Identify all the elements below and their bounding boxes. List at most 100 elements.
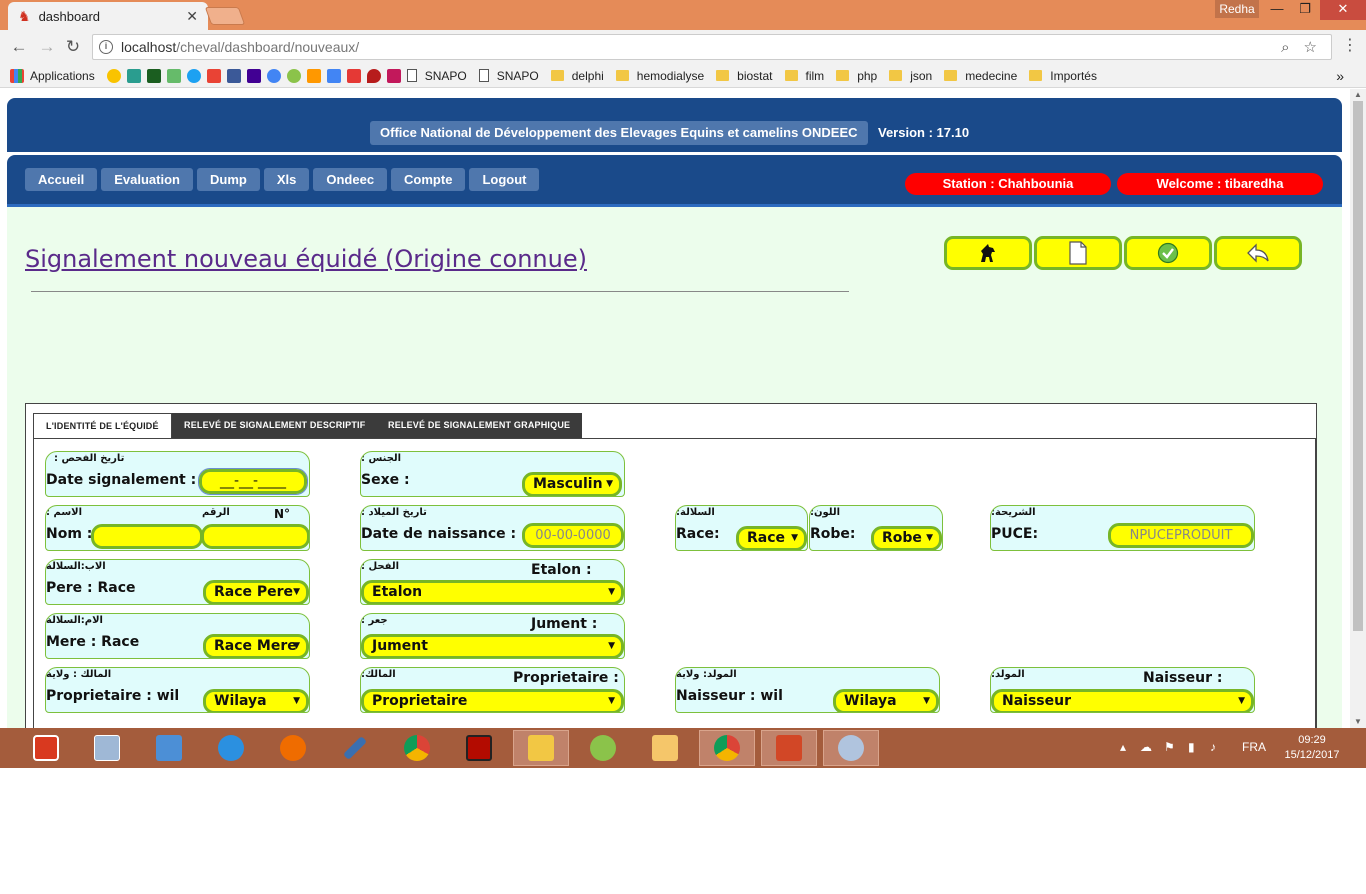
new-tab-button[interactable] xyxy=(204,7,246,25)
flag-icon[interactable]: ⚑ xyxy=(1164,740,1175,754)
proprietaire-select[interactable]: Proprietaire ▼ xyxy=(361,689,624,712)
volume-icon[interactable]: ♪ xyxy=(1210,740,1216,754)
date-naissance-input[interactable]: 00-00-0000 xyxy=(522,523,624,548)
new-document-button[interactable] xyxy=(1034,236,1122,270)
forward-arrow-icon[interactable]: → xyxy=(36,36,58,58)
scroll-down-icon[interactable]: ▼ xyxy=(1350,716,1366,728)
nom-input[interactable] xyxy=(91,524,203,549)
browser-menu-icon[interactable]: ⋮ xyxy=(1342,38,1358,54)
bookmark-icon[interactable] xyxy=(126,68,141,83)
nav-accueil[interactable]: Accueil xyxy=(25,168,98,191)
race-pere-select[interactable]: Race Pere ▼ xyxy=(203,580,309,604)
scroll-up-icon[interactable]: ▲ xyxy=(1350,89,1366,101)
naisseur-wilaya-select[interactable]: Wilaya ▼ xyxy=(833,689,939,712)
back-button[interactable] xyxy=(1214,236,1302,270)
race-mere-select[interactable]: Race Mere ▼ xyxy=(203,634,309,658)
info-icon[interactable]: i xyxy=(99,40,113,54)
tab-identite[interactable]: L'identité de l'équidé xyxy=(33,413,172,439)
twitter-icon[interactable] xyxy=(186,68,201,83)
tools-icon[interactable] xyxy=(327,730,383,766)
nav-xls[interactable]: Xls xyxy=(263,168,310,191)
bookmark-snapo[interactable]: SNAPO xyxy=(478,69,539,83)
yahoo-icon[interactable] xyxy=(246,68,261,83)
blood-drop-icon[interactable] xyxy=(366,68,381,83)
reload-icon[interactable]: ↻ xyxy=(62,36,84,58)
bookmark-apps[interactable]: Applications xyxy=(10,68,95,83)
bookmark-folder-delphi[interactable]: delphi xyxy=(550,69,604,83)
bookmark-folder-json[interactable]: json xyxy=(889,69,932,83)
back-arrow-icon[interactable]: ← xyxy=(8,36,30,58)
bookmark-snapo[interactable]: SNAPO xyxy=(406,69,467,83)
bookmark-folder-medecine[interactable]: medecine xyxy=(944,69,1017,83)
nav-evaluation[interactable]: Evaluation xyxy=(101,168,193,191)
validate-button[interactable] xyxy=(1124,236,1212,270)
zoom-search-icon[interactable]: ⌕ xyxy=(1281,39,1289,56)
scrollbar-thumb[interactable] xyxy=(1353,101,1363,631)
bookmark-folder-hemodialyse[interactable]: hemodialyse xyxy=(615,69,704,83)
clock[interactable]: 09:29 15/12/2017 xyxy=(1280,733,1344,763)
proprietaire-wilaya-select[interactable]: Wilaya ▼ xyxy=(203,689,309,712)
naisseur-select[interactable]: Naisseur ▼ xyxy=(991,689,1254,712)
internet-explorer-icon[interactable] xyxy=(203,730,259,766)
bookmark-icon[interactable] xyxy=(166,68,181,83)
app-n-icon[interactable] xyxy=(265,730,321,766)
language-indicator[interactable]: FRA xyxy=(1242,740,1266,754)
control-panel-icon[interactable] xyxy=(141,730,197,766)
instagram-icon[interactable] xyxy=(386,68,401,83)
sexe-select[interactable]: Masculin ▼ xyxy=(522,472,622,496)
browser-tab-active[interactable]: ♞ dashboard ✕ xyxy=(8,2,208,30)
mail-icon[interactable] xyxy=(637,730,693,766)
chrome-icon[interactable] xyxy=(389,730,445,766)
power-icon[interactable] xyxy=(18,730,74,766)
field-nom: : الاسم الرقم N° Nom : xyxy=(45,505,310,551)
bookmark-icon[interactable] xyxy=(286,68,301,83)
bookmark-icon[interactable] xyxy=(106,68,121,83)
acrobat-icon[interactable] xyxy=(451,730,507,766)
nav-logout[interactable]: Logout xyxy=(469,168,540,191)
race-select[interactable]: Race ▼ xyxy=(736,526,807,550)
tab-close-icon[interactable]: ✕ xyxy=(186,8,198,25)
browser-user-chip[interactable]: Redha xyxy=(1215,0,1259,18)
bookmark-folder-biostat[interactable]: biostat xyxy=(716,69,773,83)
puce-input[interactable]: NPUCEPRODUIT xyxy=(1108,523,1254,548)
bookmarks-overflow-icon[interactable]: » xyxy=(1336,68,1344,84)
bookmark-folder-importes[interactable]: Importés xyxy=(1029,69,1097,83)
restore-icon[interactable]: ❐ xyxy=(1290,0,1320,20)
bookmark-folder-php[interactable]: php xyxy=(836,69,877,83)
green-app-icon[interactable] xyxy=(575,730,631,766)
nav-dump[interactable]: Dump xyxy=(197,168,260,191)
address-bar[interactable]: i localhost/cheval/dashboard/nouveaux/ ⌕… xyxy=(92,34,1332,60)
paint-icon[interactable] xyxy=(823,730,879,766)
chrome-active-icon[interactable] xyxy=(699,730,755,766)
nav-ondeec[interactable]: Ondeec xyxy=(313,168,388,191)
facebook-icon[interactable] xyxy=(226,68,241,83)
horse-action-button[interactable] xyxy=(944,236,1032,270)
numero-input[interactable] xyxy=(201,524,309,549)
file-explorer-icon[interactable] xyxy=(513,730,569,766)
minimize-icon[interactable]: — xyxy=(1262,0,1292,20)
bookmark-icon[interactable] xyxy=(146,68,161,83)
cloud-icon[interactable]: ☁ xyxy=(1140,740,1152,754)
window-close-icon[interactable]: ✕ xyxy=(1320,0,1366,20)
tab-descriptif[interactable]: Relevé de signalement descriptif xyxy=(172,413,378,438)
download-icon[interactable] xyxy=(346,68,361,83)
battery-icon[interactable]: ▮ xyxy=(1188,740,1195,754)
bookmark-folder-film[interactable]: film xyxy=(784,69,824,83)
date-signalement-input[interactable]: __-__-____ xyxy=(198,468,308,495)
bookmark-icon[interactable] xyxy=(306,68,321,83)
jument-select[interactable]: Jument ▼ xyxy=(361,634,624,658)
robe-select[interactable]: Robe ▼ xyxy=(871,526,942,550)
calculator-icon[interactable] xyxy=(79,730,135,766)
clock-date: 15/12/2017 xyxy=(1284,749,1340,761)
field-sexe: : الجنس Sexe : Masculin ▼ xyxy=(360,451,625,497)
bookmark-star-icon[interactable]: ☆ xyxy=(1304,38,1317,56)
tray-expand-icon[interactable]: ▴ xyxy=(1120,740,1126,754)
powerpoint-icon[interactable] xyxy=(761,730,817,766)
tab-graphique[interactable]: Relevé de signalement graphique xyxy=(376,413,583,438)
translate-icon[interactable] xyxy=(326,68,341,83)
nav-compte[interactable]: Compte xyxy=(391,168,466,191)
page-scrollbar[interactable]: ▲ ▼ xyxy=(1350,89,1366,728)
horse-bookmark-icon[interactable] xyxy=(206,68,221,83)
google-icon[interactable] xyxy=(266,68,281,83)
etalon-select[interactable]: Etalon ▼ xyxy=(361,580,624,604)
